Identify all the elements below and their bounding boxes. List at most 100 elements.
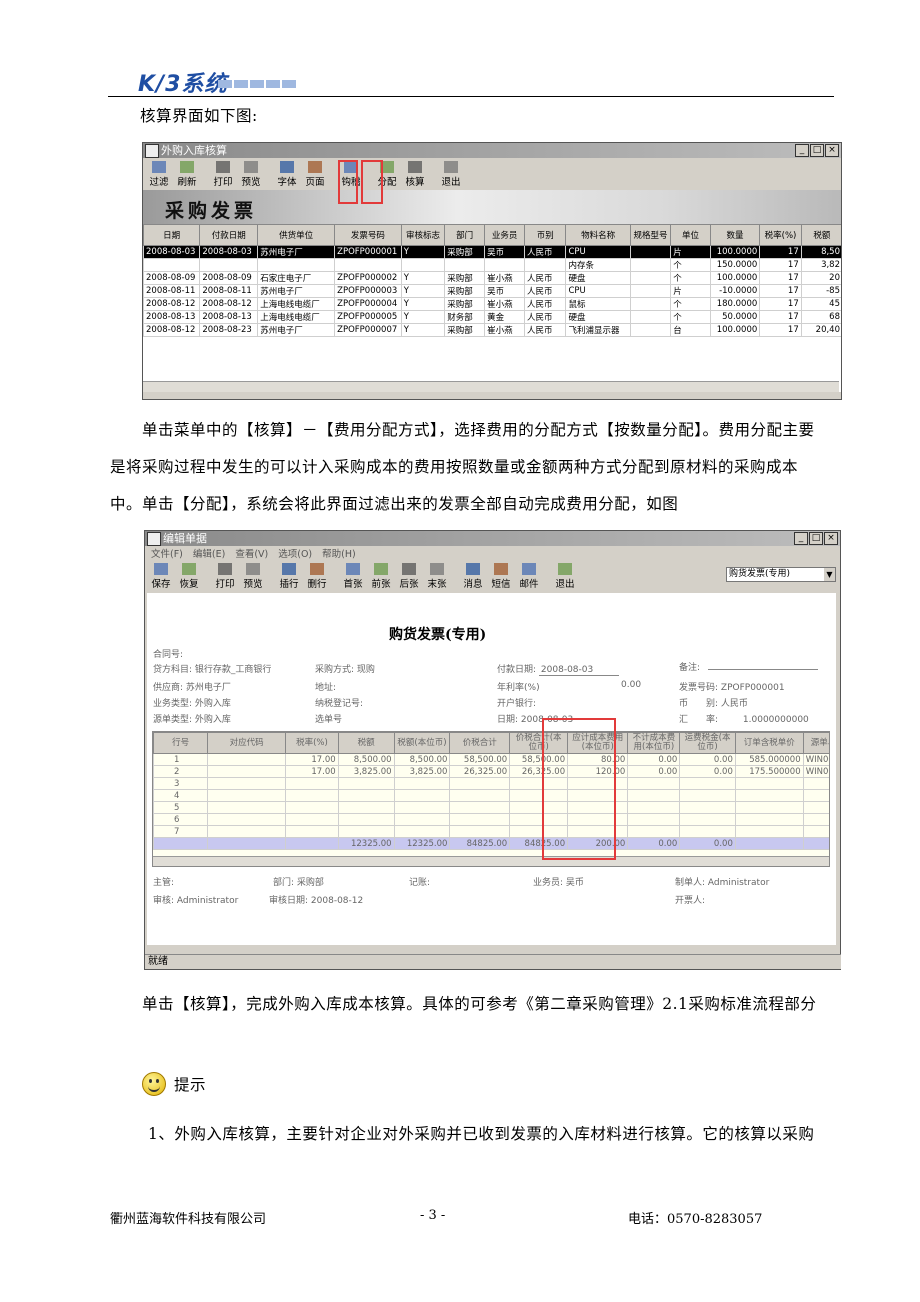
menu-item-4[interactable]: 帮助(H) [322, 546, 356, 560]
table-row[interactable]: 2008-08-11 2008-08-11 苏州电子厂 ZPOFP000003 Y 采购部… [143, 284, 841, 298]
column-header[interactable]: 税额(本位币) [393, 732, 451, 754]
column-header[interactable]: 发票号码 [334, 224, 402, 246]
table-cell: 2008-08-11 [199, 284, 259, 298]
table-row[interactable]: 2008-08-03 2008-08-03 苏州电子厂 ZPOFP000001 Y 采购部… [143, 245, 841, 259]
table-row[interactable]: 1 17.00 8,500.00 8,500.00 58,500.00 58,500.00… [153, 753, 829, 766]
window2-titlebar: 编辑单据 _ □ × [145, 531, 840, 546]
doc-type-select[interactable]: 购货发票(专用) ▼ [726, 567, 836, 582]
table-cell: 鼠标 [565, 297, 631, 311]
column-header[interactable]: 日期 [143, 224, 201, 246]
column-header[interactable]: 运费税金(本位币) [679, 732, 736, 754]
column-header[interactable]: 部门 [444, 224, 486, 246]
table-row[interactable]: 2008-08-12 2008-08-12 上海电线电缆厂 ZPOFP000004 Y 采… [143, 297, 841, 311]
remark-label: 备注: [679, 663, 701, 673]
column-header[interactable]: 行号 [153, 732, 209, 754]
tb2-button-0[interactable]: 保存 [149, 563, 173, 590]
select-doc-label[interactable]: 选单号 [315, 712, 342, 725]
table-cell [802, 777, 829, 790]
table-cell: 17 [759, 323, 802, 337]
tb1-button-1[interactable]: 刷新 [175, 161, 199, 188]
menu-item-3[interactable]: 选项(O) [278, 546, 312, 560]
h-scrollbar[interactable] [153, 856, 829, 866]
tb2-button-10[interactable]: 消息 [461, 563, 485, 590]
table-cell: 0.00 [679, 765, 736, 778]
table-row[interactable]: 7 [153, 825, 829, 838]
tb1-button-4[interactable]: 字体 [275, 161, 299, 188]
tb2-button-5[interactable]: 删行 [305, 563, 329, 590]
column-header[interactable]: 不计成本费用(本位币) [627, 732, 681, 754]
tb1-button-3[interactable]: 预览 [239, 161, 263, 188]
table-row[interactable]: 内存条 个 150.0000 17 3,82 [143, 258, 841, 272]
table-cell: 585.000000 [734, 753, 804, 766]
tb2-button-1[interactable]: 恢复 [177, 563, 201, 590]
table-cell: 2008-08-12 [143, 323, 201, 337]
column-header[interactable]: 税额 [337, 732, 395, 754]
tb2-button-4[interactable]: 插行 [277, 563, 301, 590]
tb2-button-3[interactable]: 预览 [241, 563, 265, 590]
column-header[interactable]: 供货单位 [257, 224, 336, 246]
minimize-button[interactable]: _ [795, 144, 809, 157]
table-row[interactable]: 6 [153, 813, 829, 826]
tb1-button-0[interactable]: 过滤 [147, 161, 171, 188]
toolbar-label: 退出 [441, 177, 461, 188]
column-header[interactable]: 物料名称 [565, 224, 631, 246]
table-cell [285, 813, 339, 826]
remark-field[interactable]: 备注: [679, 660, 819, 673]
auditor-value: Administrator [176, 896, 239, 906]
column-header[interactable]: 价税合计 [449, 732, 511, 754]
tb1-button-5[interactable]: 页面 [303, 161, 327, 188]
column-header[interactable]: 数量 [709, 224, 761, 246]
table-cell [207, 753, 287, 766]
tb2-button-6[interactable]: 首张 [341, 563, 365, 590]
audit-date-field: 审核日期: 2008-08-12 [269, 893, 363, 906]
salesman-value: 吴币 [565, 878, 584, 888]
column-header[interactable]: 审核标志 [400, 224, 446, 246]
column-header[interactable]: 源单单号 [802, 732, 829, 754]
pay-date-value[interactable]: 2008-08-03 [538, 665, 620, 676]
close-button[interactable]: × [825, 144, 839, 157]
h-scrollbar[interactable] [143, 381, 839, 392]
audit-date-value: 2008-08-12 [310, 896, 364, 906]
table-cell: 6 [153, 813, 209, 826]
tb2-button-8[interactable]: 后张 [397, 563, 421, 590]
chevron-down-icon: ▼ [824, 568, 835, 581]
menu-item-0[interactable]: 文件(F) [151, 546, 183, 560]
tb1-button-8[interactable]: 核算 [403, 161, 427, 188]
column-header[interactable]: 付款日期 [199, 224, 259, 246]
doc-title: 购货发票(专用) [389, 627, 487, 643]
table-row[interactable]: 2008-08-13 2008-08-13 上海电线电缆厂 ZPOFP000005 Y 财… [143, 310, 841, 324]
table-row[interactable]: 5 [153, 801, 829, 814]
tb2-button-12[interactable]: 邮件 [517, 563, 541, 590]
tb1-button-9[interactable]: 退出 [439, 161, 463, 188]
close-button[interactable]: × [824, 532, 838, 545]
column-header[interactable]: 单位 [670, 224, 711, 246]
column-header[interactable]: 业务员 [484, 224, 526, 246]
column-header[interactable]: 币别 [524, 224, 567, 246]
column-header[interactable]: 订单含税单价 [734, 732, 804, 754]
column-header[interactable]: 税率(%) [285, 732, 339, 754]
table-row[interactable]: 2008-08-09 2008-08-09 石家庄电子厂 ZPOFP000002 Y 采购… [143, 271, 841, 285]
column-header[interactable]: 对应代码 [207, 732, 287, 754]
tb2-button-7[interactable]: 前张 [369, 563, 393, 590]
table-cell: 180.0000 [709, 297, 761, 311]
minimize-button[interactable]: _ [794, 532, 808, 545]
toolbar-label: 邮件 [519, 579, 539, 590]
table-row[interactable]: 2008-08-12 2008-08-23 苏州电子厂 ZPOFP000007 Y 采购部… [143, 323, 841, 337]
column-header[interactable]: 税率(%) [759, 224, 802, 246]
column-header[interactable]: 规格型号 [629, 224, 672, 246]
tb2-button-2[interactable]: 打印 [213, 563, 237, 590]
table-cell [802, 801, 829, 814]
tb2-button-9[interactable]: 末张 [425, 563, 449, 590]
table-row[interactable]: 3 [153, 777, 829, 790]
table-row[interactable]: 2 17.00 3,825.00 3,825.00 26,325.00 26,325.00… [153, 765, 829, 778]
tb2-button-11[interactable]: 短信 [489, 563, 513, 590]
tb2-button-13[interactable]: 退出 [553, 563, 577, 590]
maximize-button[interactable]: □ [809, 532, 823, 545]
column-header[interactable]: 税额 [800, 224, 841, 246]
menu-item-1[interactable]: 编辑(E) [193, 546, 225, 560]
table-row[interactable]: 4 [153, 789, 829, 802]
table-cell: 苏州电子厂 [257, 323, 336, 337]
maximize-button[interactable]: □ [810, 144, 824, 157]
tb1-button-2[interactable]: 打印 [211, 161, 235, 188]
menu-item-2[interactable]: 查看(V) [235, 546, 268, 560]
